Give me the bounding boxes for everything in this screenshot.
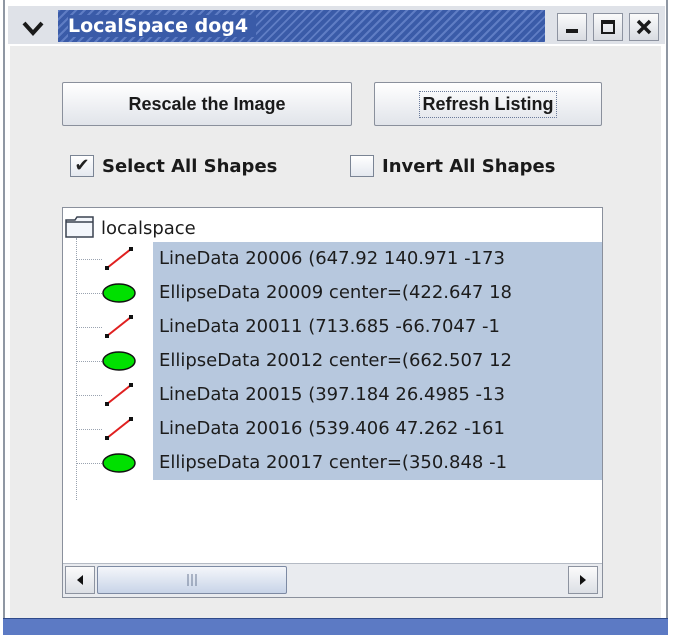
tree-branch-line — [76, 327, 102, 328]
rescale-image-label: Rescale the Image — [128, 93, 286, 114]
tree-item[interactable]: LineData 20015 (397.184 26.4985 -13 — [63, 378, 602, 412]
folder-icon — [65, 216, 94, 238]
chevron-down-icon — [22, 21, 44, 36]
tree-branch-line — [76, 293, 102, 294]
tree-item[interactable]: LineData 20016 (539.406 47.262 -161 — [63, 412, 602, 446]
tree-item-label: LineData 20011 (713.685 -66.7047 -1 — [159, 316, 500, 337]
line-icon — [105, 247, 133, 270]
tree-item-label: EllipseData 20012 center=(662.507 12 — [159, 350, 513, 371]
close-icon — [636, 19, 652, 35]
tree-item[interactable]: EllipseData 20012 center=(662.507 12 — [63, 344, 602, 378]
select-all-shapes-label: Select All Shapes — [102, 155, 278, 177]
scroll-thumb[interactable] — [97, 566, 287, 594]
checkbox-checked-icon[interactable]: ✔ — [70, 155, 94, 177]
tree-root-label: localspace — [101, 218, 196, 239]
tree-viewport: localspace LineData 20006 (647.92 140.97… — [63, 208, 602, 563]
scroll-right-button[interactable] — [568, 566, 598, 594]
line-icon — [105, 315, 133, 338]
close-button[interactable] — [629, 13, 659, 41]
window-menu-button[interactable] — [16, 14, 50, 42]
invert-all-shapes-checkbox[interactable]: Invert All Shapes — [350, 153, 555, 179]
minimize-button[interactable] — [557, 13, 587, 41]
maximize-icon — [601, 20, 615, 34]
tree-branch-line — [76, 429, 102, 430]
ellipse-icon — [102, 453, 136, 473]
horizontal-scrollbar[interactable] — [63, 563, 602, 597]
tree-root[interactable]: localspace — [63, 210, 602, 244]
title-bar[interactable]: LocalSpace dog4 — [8, 6, 665, 44]
tree-item-label: LineData 20006 (647.92 140.971 -173 — [159, 248, 505, 269]
rescale-image-button[interactable]: Rescale the Image — [62, 82, 352, 126]
select-all-shapes-checkbox[interactable]: ✔ Select All Shapes — [70, 153, 277, 179]
tree-item[interactable]: LineData 20011 (713.685 -66.7047 -1 — [63, 310, 602, 344]
line-icon — [105, 417, 133, 440]
checkbox-unchecked-icon[interactable] — [350, 155, 374, 177]
invert-all-shapes-label: Invert All Shapes — [382, 155, 556, 177]
ellipse-icon — [102, 351, 136, 371]
maximize-button[interactable] — [593, 13, 623, 41]
tree-item-label: LineData 20015 (397.184 26.4985 -13 — [159, 384, 505, 405]
arrow-right-icon — [580, 575, 586, 585]
tree-branch-line — [76, 259, 102, 260]
arrow-left-icon — [77, 575, 83, 585]
tree-branch-line — [76, 395, 102, 396]
tree-branch-line — [76, 463, 102, 464]
tree-item-label: EllipseData 20009 center=(422.647 18 — [159, 282, 513, 303]
window-bottom-border — [3, 618, 668, 635]
scroll-left-button[interactable] — [65, 566, 95, 594]
line-icon — [105, 383, 133, 406]
minimize-icon — [566, 29, 578, 33]
refresh-listing-button[interactable]: Refresh Listing — [374, 82, 602, 126]
shape-tree[interactable]: localspace LineData 20006 (647.92 140.97… — [62, 207, 603, 598]
tree-item-label: EllipseData 20017 center=(350.848 -1 — [159, 452, 508, 473]
tree-item[interactable]: EllipseData 20017 center=(350.848 -1 — [63, 446, 602, 480]
ellipse-icon — [102, 283, 136, 303]
tree-branch-line — [76, 361, 102, 362]
grip-icon — [187, 574, 197, 586]
tree-item[interactable]: EllipseData 20009 center=(422.647 18 — [63, 276, 602, 310]
tree-item-label: LineData 20016 (539.406 47.262 -161 — [159, 418, 505, 439]
refresh-listing-label: Refresh Listing — [419, 90, 557, 118]
tree-item[interactable]: LineData 20006 (647.92 140.971 -173 — [63, 242, 602, 276]
window-title: LocalSpace dog4 — [68, 15, 257, 37]
